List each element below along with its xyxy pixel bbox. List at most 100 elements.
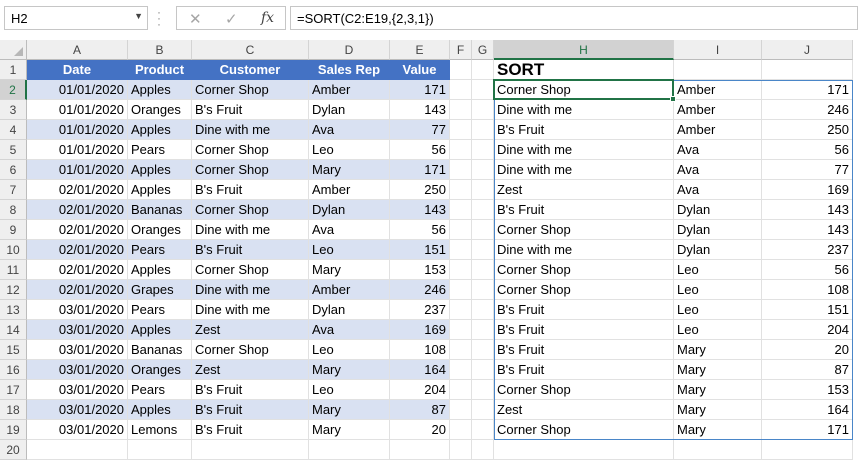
table-cell[interactable]: B's Fruit [192,240,309,260]
row-header-12[interactable]: 12 [0,280,27,300]
grid-cell[interactable] [450,160,472,180]
column-header-h[interactable]: H [494,40,674,60]
sorted-cell[interactable]: 204 [762,320,853,340]
table-cell[interactable]: Leo [309,140,390,160]
grid-cell[interactable] [472,200,494,220]
table-cell[interactable]: Dine with me [192,280,309,300]
insert-function-icon[interactable]: fx [261,10,274,26]
grid-cell[interactable] [472,440,494,460]
table-cell[interactable]: 171 [390,80,450,100]
row-header-20[interactable]: 20 [0,440,27,460]
sort-title[interactable]: SORT [494,60,674,80]
sorted-cell[interactable]: Mary [674,380,762,400]
grid-cell[interactable] [472,400,494,420]
table-cell[interactable]: Dylan [309,300,390,320]
sorted-cell[interactable]: B's Fruit [494,320,674,340]
column-header-i[interactable]: I [674,40,762,60]
row-header-17[interactable]: 17 [0,380,27,400]
sorted-cell[interactable]: 56 [762,260,853,280]
table-cell[interactable]: Oranges [128,100,192,120]
sorted-cell[interactable]: Mary [674,360,762,380]
table-cell[interactable]: 56 [390,140,450,160]
column-header-g[interactable]: G [472,40,494,60]
grid-cell[interactable] [450,400,472,420]
sorted-cell[interactable]: 171 [762,80,853,100]
table-cell[interactable]: 01/01/2020 [27,120,128,140]
table-cell[interactable]: Mary [309,360,390,380]
row-header-2[interactable]: 2 [0,80,27,100]
sorted-cell[interactable]: B's Fruit [494,360,674,380]
table-cell[interactable]: Corner Shop [192,340,309,360]
table-cell[interactable]: B's Fruit [192,380,309,400]
grid-cell[interactable] [450,220,472,240]
sorted-cell[interactable]: Dine with me [494,140,674,160]
row-header-6[interactable]: 6 [0,160,27,180]
sorted-cell[interactable]: Dine with me [494,240,674,260]
table-cell[interactable]: 02/01/2020 [27,180,128,200]
table-cell[interactable]: Leo [309,240,390,260]
table-cell[interactable]: Apples [128,400,192,420]
table-cell[interactable]: Pears [128,140,192,160]
sorted-cell[interactable]: 246 [762,100,853,120]
column-header-d[interactable]: D [309,40,390,60]
grid-cell[interactable] [472,260,494,280]
table-cell[interactable]: Dylan [309,200,390,220]
table-cell[interactable]: 246 [390,280,450,300]
table-cell[interactable]: Apples [128,180,192,200]
sorted-cell[interactable]: Leo [674,280,762,300]
grid-cell[interactable] [472,280,494,300]
table-cell[interactable]: Corner Shop [192,80,309,100]
grid-cell[interactable] [674,60,762,80]
sorted-cell[interactable]: Dine with me [494,100,674,120]
table-cell[interactable]: Corner Shop [192,140,309,160]
table-cell[interactable]: Amber [309,180,390,200]
table-cell[interactable]: 02/01/2020 [27,220,128,240]
grid-cell[interactable] [450,340,472,360]
sorted-cell[interactable]: 20 [762,340,853,360]
table-cell[interactable]: Pears [128,380,192,400]
table-cell[interactable]: Bananas [128,340,192,360]
sorted-cell[interactable]: 237 [762,240,853,260]
table-cell[interactable]: 20 [390,420,450,440]
row-header-11[interactable]: 11 [0,260,27,280]
table-cell[interactable]: Mary [309,420,390,440]
grid-cell[interactable] [27,440,128,460]
column-header-j[interactable]: J [762,40,853,60]
table-cell[interactable]: Ava [309,220,390,240]
grid-cell[interactable] [450,260,472,280]
grid-cell[interactable] [450,360,472,380]
table-cell[interactable]: 164 [390,360,450,380]
grid-cell[interactable] [472,180,494,200]
row-header-7[interactable]: 7 [0,180,27,200]
table-cell[interactable]: Apples [128,160,192,180]
sorted-cell[interactable]: Ava [674,160,762,180]
grid-cell[interactable] [450,180,472,200]
grid-cell[interactable] [472,60,494,80]
cancel-icon[interactable]: ✕ [189,10,202,28]
column-header-e[interactable]: E [390,40,450,60]
grid-cell[interactable] [472,100,494,120]
sorted-cell[interactable]: Dylan [674,240,762,260]
table-cell[interactable]: Corner Shop [192,160,309,180]
grid-cell[interactable] [450,440,472,460]
sorted-cell[interactable]: Zest [494,180,674,200]
sorted-cell[interactable]: Dine with me [494,160,674,180]
grid-cell[interactable] [450,240,472,260]
table-cell[interactable]: 03/01/2020 [27,400,128,420]
grid-cell[interactable] [472,340,494,360]
table-cell[interactable]: 77 [390,120,450,140]
table-cell[interactable]: 87 [390,400,450,420]
sorted-cell[interactable]: Zest [494,400,674,420]
chevron-down-icon[interactable]: ▼ [134,11,143,21]
table-cell[interactable]: Dine with me [192,300,309,320]
sorted-cell[interactable]: 164 [762,400,853,420]
row-header-18[interactable]: 18 [0,400,27,420]
grid-cell[interactable] [472,220,494,240]
sorted-cell[interactable]: Leo [674,300,762,320]
sorted-cell[interactable]: Corner Shop [494,80,674,100]
grid-cell[interactable] [762,60,853,80]
row-header-5[interactable]: 5 [0,140,27,160]
sorted-cell[interactable]: B's Fruit [494,300,674,320]
table-cell[interactable]: 01/01/2020 [27,80,128,100]
row-header-1[interactable]: 1 [0,60,27,80]
